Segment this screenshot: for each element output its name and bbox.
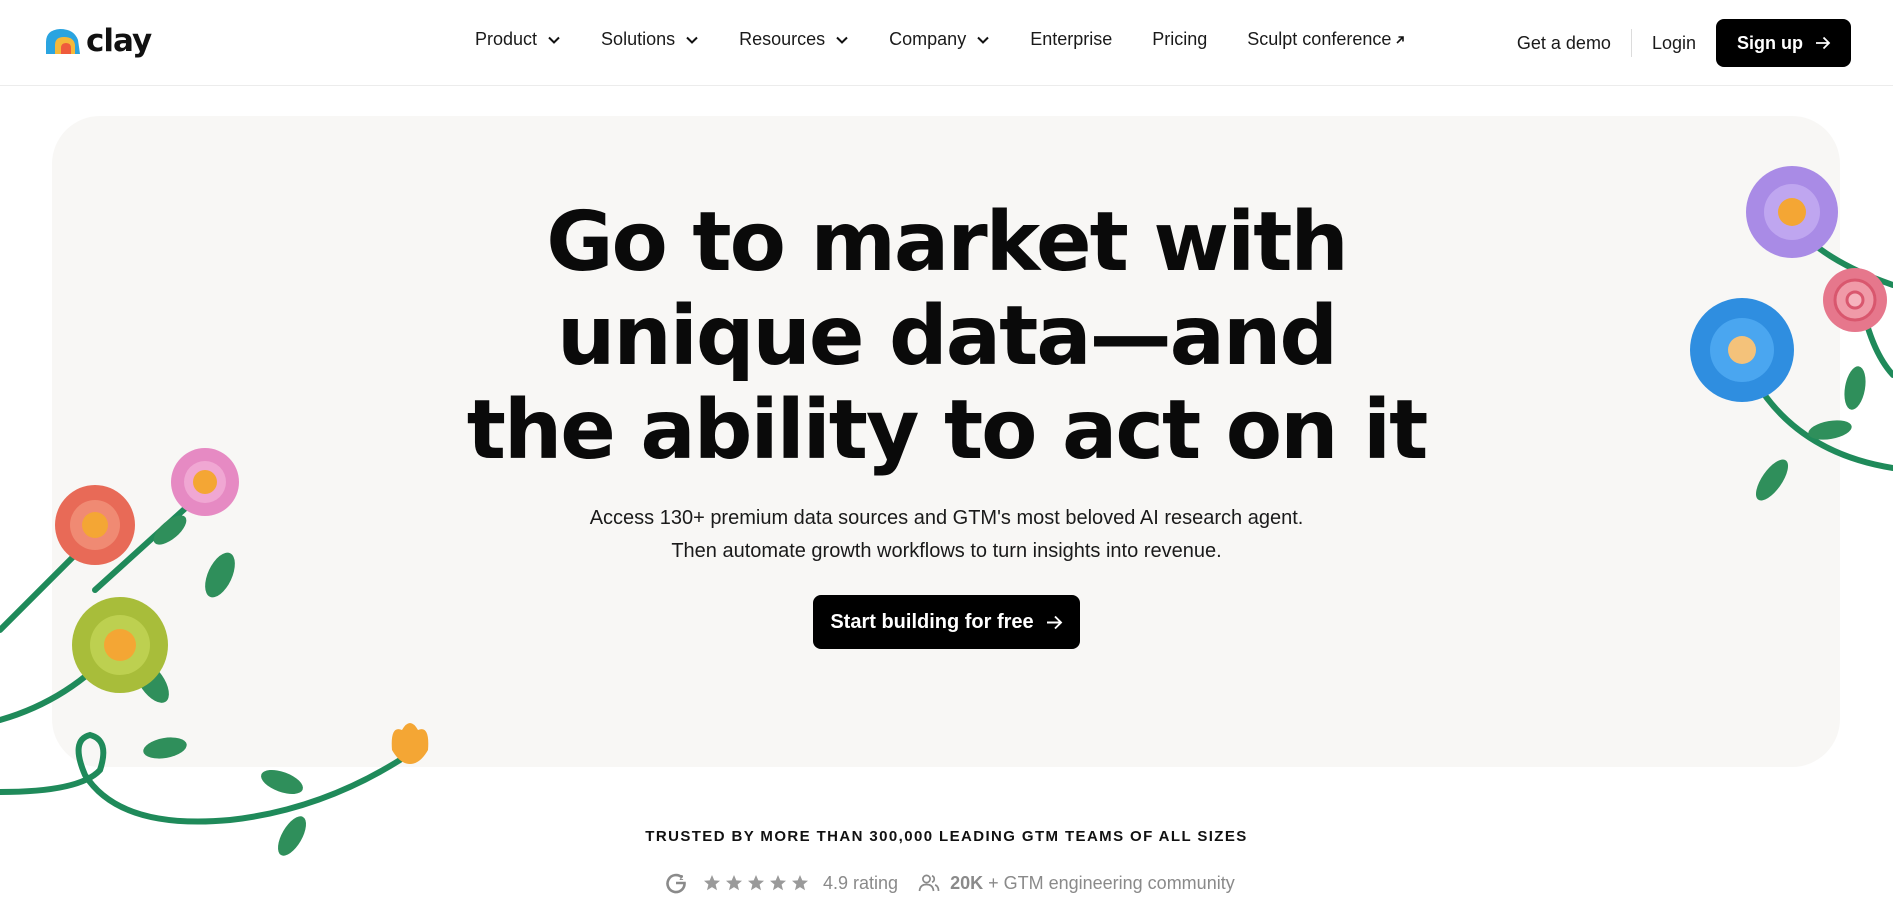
subtext-line: Then automate growth workflows to turn i… — [671, 540, 1222, 562]
g2-icon: 2 — [666, 873, 686, 894]
nav-pricing-label: Pricing — [1152, 29, 1208, 49]
chevron-down-icon — [836, 36, 848, 44]
subtext-line: Access 130+ premium data sources and GTM… — [589, 507, 1304, 529]
arrow-right-icon — [1816, 36, 1831, 50]
rating-label: 4.9 rating — [823, 872, 899, 893]
nav-sculpt-conference-label: Sculpt conference — [1247, 29, 1392, 49]
chevron-down-icon — [548, 36, 560, 44]
hero-headline: Go to market with unique data—and the ab… — [0, 196, 1893, 478]
star-icon — [792, 875, 808, 891]
logo-wordmark: clay — [86, 23, 152, 59]
arrow-right-icon — [1046, 615, 1063, 629]
login-link[interactable]: Login — [1652, 33, 1696, 54]
get-demo-link[interactable]: Get a demo — [1517, 33, 1611, 54]
clay-logo-icon — [46, 29, 80, 54]
headline-line: the ability to act on it — [466, 383, 1429, 478]
nav-sculpt-conference[interactable]: Sculpt conference — [1247, 29, 1405, 50]
star-icon — [770, 875, 786, 891]
start-building-button[interactable]: Start building for free — [813, 595, 1080, 649]
nav-enterprise-label: Enterprise — [1030, 29, 1113, 49]
community-text: + GTM engineering community — [983, 872, 1235, 893]
external-link-icon — [1396, 35, 1405, 44]
hero-subtext: Access 130+ premium data sources and GTM… — [0, 502, 1893, 568]
nav-divider — [1630, 29, 1632, 57]
nav-product-label: Product — [475, 29, 538, 49]
trusted-by-heading: TRUSTED BY MORE THAN 300,000 LEADING GTM… — [645, 828, 1248, 845]
star-rating — [703, 874, 809, 892]
ratings-row: 2 4.9 rating 20K + GTM engineering commu… — [665, 872, 1235, 894]
chevron-down-icon — [977, 36, 989, 44]
headline-line: Go to market with — [546, 195, 1349, 290]
star-icon — [748, 875, 764, 891]
account-actions: Get a demo Login Sign up — [1517, 19, 1851, 67]
chevron-down-icon — [686, 36, 698, 44]
star-icon — [704, 875, 720, 891]
nav-solutions[interactable]: Solutions — [601, 29, 699, 50]
star-icon — [726, 875, 742, 891]
headline-line: unique data—and — [556, 289, 1338, 384]
top-navigation: clay Product Solutions Resources Company… — [0, 0, 1893, 86]
nav-resources[interactable]: Resources — [739, 29, 849, 50]
clay-logo[interactable]: clay — [44, 23, 152, 59]
nav-company-label: Company — [889, 29, 967, 49]
sign-up-button[interactable]: Sign up — [1716, 19, 1851, 67]
sign-up-label: Sign up — [1737, 32, 1803, 53]
community-label: 20K + GTM engineering community — [950, 873, 1235, 894]
main-menu: Product Solutions Resources Company Ente… — [475, 29, 1445, 50]
people-icon — [918, 874, 940, 892]
nav-resources-label: Resources — [739, 29, 826, 49]
svg-text:2: 2 — [680, 875, 684, 882]
nav-product[interactable]: Product — [475, 29, 561, 50]
community-count: 20K — [950, 872, 984, 893]
start-building-label: Start building for free — [830, 610, 1034, 633]
nav-pricing[interactable]: Pricing — [1152, 29, 1207, 50]
nav-enterprise[interactable]: Enterprise — [1030, 29, 1112, 50]
nav-solutions-label: Solutions — [601, 29, 676, 49]
nav-company[interactable]: Company — [889, 29, 990, 50]
